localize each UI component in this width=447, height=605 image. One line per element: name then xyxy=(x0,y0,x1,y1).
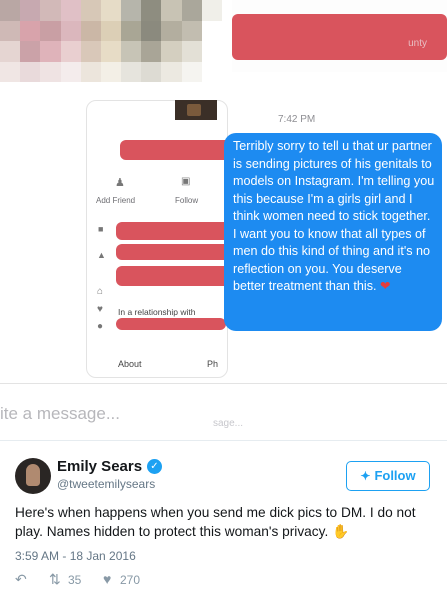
add-friend-icon[interactable]: ♟ xyxy=(115,176,125,189)
redaction-bar xyxy=(120,140,232,160)
follow-icon[interactable]: ▣ xyxy=(181,176,190,187)
heart-emoji: ❤ xyxy=(380,279,391,293)
divider xyxy=(0,383,447,384)
education-icon: ▲ xyxy=(97,250,106,260)
briefcase-icon: ■ xyxy=(98,224,104,234)
brand-fragment: unty xyxy=(408,38,427,49)
redaction-bar xyxy=(116,318,226,330)
author-handle[interactable]: @tweetemilysears xyxy=(57,477,155,491)
follow-tweet-button[interactable]: ✦ Follow xyxy=(346,461,430,491)
message-bubble: Terribly sorry to tell u that ur partner… xyxy=(224,133,442,331)
follow-button[interactable]: Follow xyxy=(175,196,198,205)
screenshot-collage: unty ♟ Add Friend ▣ Follow ■ ▲ ⌂ ♥ ● In … xyxy=(0,0,447,440)
redaction-bar xyxy=(116,222,230,240)
profile-thumbnail xyxy=(175,100,217,120)
twitter-bird-icon: ✦ xyxy=(360,469,371,483)
redaction-bar xyxy=(116,244,230,260)
like-icon[interactable]: ♥ xyxy=(103,571,111,587)
tweet-text: Here's when happens when you send me dic… xyxy=(15,505,416,539)
tweet-card: Emily Sears ✓ @tweetemilysears ✦ Follow H… xyxy=(0,440,447,605)
location-icon: ● xyxy=(97,321,104,332)
message-input[interactable]: ite a message... xyxy=(0,404,120,424)
top-banner: unty xyxy=(232,0,447,72)
add-friend-button[interactable]: Add Friend xyxy=(96,196,135,205)
retweet-count: 35 xyxy=(68,573,82,587)
reply-icon[interactable]: ↶ xyxy=(15,571,27,588)
relationship-text: In a relationship with xyxy=(118,307,196,317)
author-name[interactable]: Emily Sears xyxy=(57,458,142,475)
tweet-timestamp[interactable]: 3:59 AM - 18 Jan 2016 xyxy=(15,549,136,563)
heart-icon: ♥ xyxy=(97,304,103,315)
home-icon: ⌂ xyxy=(97,286,104,297)
message-text: Terribly sorry to tell u that ur partner… xyxy=(233,139,435,293)
retweet-icon[interactable]: ⇅ xyxy=(49,571,61,588)
tab-about[interactable]: About xyxy=(118,359,142,369)
verified-icon: ✓ xyxy=(147,459,162,474)
follow-label: Follow xyxy=(374,468,416,483)
message-time: 7:42 PM xyxy=(278,114,316,125)
redaction-bar xyxy=(232,14,447,60)
like-count: 270 xyxy=(120,573,141,587)
message-input-secondary[interactable]: sage... xyxy=(213,418,243,429)
pixelated-image xyxy=(0,0,222,82)
tab-photos[interactable]: Ph xyxy=(207,359,218,369)
avatar[interactable] xyxy=(15,458,51,494)
redaction-bar xyxy=(116,266,230,286)
